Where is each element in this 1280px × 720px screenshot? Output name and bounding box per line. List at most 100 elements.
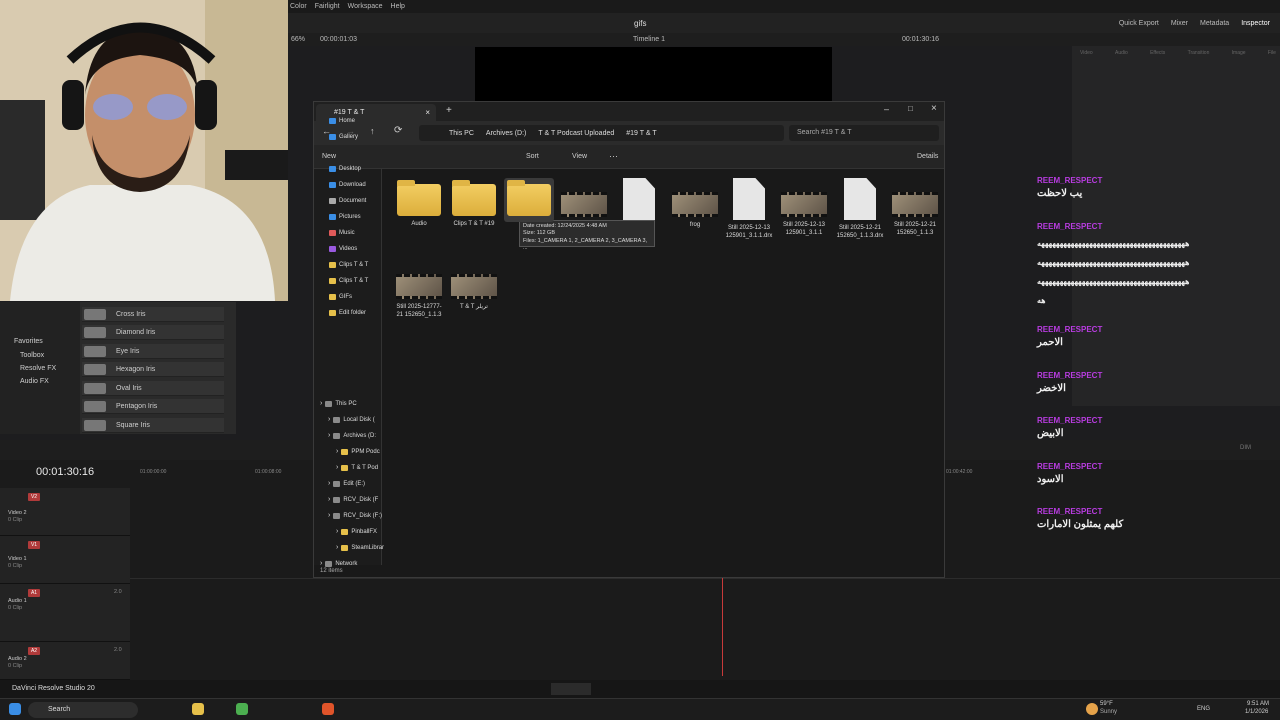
start-icon[interactable] [9, 703, 21, 715]
effect-item[interactable]: Pentagon Iris [82, 399, 224, 414]
effect-item[interactable]: Eye Iris [82, 344, 224, 359]
inspector-button[interactable]: Inspector [1241, 20, 1270, 27]
sort-button[interactable]: Sort [526, 153, 539, 160]
chevron-icon[interactable]: › [328, 480, 330, 487]
menu-workspace[interactable]: Workspace [348, 3, 383, 10]
tab-transition[interactable]: Transition [1188, 50, 1210, 72]
chevron-icon[interactable]: › [328, 432, 330, 439]
effect-item[interactable]: Cross Iris [82, 307, 224, 322]
track-header-v1[interactable]: V1 Video 1 0 Clip [0, 536, 130, 584]
breadcrumb-podcast-uploaded[interactable]: T & T Podcast Uploaded [538, 130, 614, 137]
nav-tree-item[interactable]: › This PC [320, 400, 357, 407]
more-options-icon[interactable]: ··· [609, 151, 618, 161]
chevron-icon[interactable]: › [328, 416, 330, 423]
chevron-icon[interactable]: › [336, 448, 338, 455]
file-explorer-icon[interactable] [192, 703, 204, 715]
address-bar[interactable]: This PC Archives (D:) T & T Podcast Uplo… [419, 125, 784, 141]
tab-video[interactable]: Video [1080, 50, 1093, 72]
close-tab-icon[interactable]: × [425, 108, 430, 117]
file-item[interactable]: Still 2025-12-21 152650_1.1.3.drx [835, 178, 885, 240]
track-header-a1[interactable]: A1 Audio 1 0 Clip 2.0 [0, 584, 130, 642]
file-item[interactable]: Still 2025-12-13 125901_3.1.1.drx [724, 178, 774, 240]
nav-quick-item[interactable]: Gallery [329, 134, 358, 140]
nav-tree-item[interactable]: › RCV_Disk (F [328, 496, 378, 503]
tab-audio[interactable]: Audio [1115, 50, 1128, 72]
taskbar-search[interactable]: Search [28, 702, 138, 718]
brave-icon[interactable] [322, 703, 334, 715]
tab-effects[interactable]: Effects [1150, 50, 1165, 72]
nav-tree-item[interactable]: › Archives (D: [328, 432, 376, 439]
chevron-icon[interactable]: › [328, 512, 330, 519]
maximize-icon[interactable]: □ [908, 104, 913, 113]
nav-quick-item[interactable]: Download [329, 182, 366, 188]
sidebar-item-resolve-fx[interactable]: Resolve FX [20, 365, 56, 372]
nav-tree-item[interactable]: › PinballFX [336, 528, 377, 535]
nav-quick-item[interactable]: Music [329, 230, 355, 236]
menu-color[interactable]: Color [290, 3, 307, 10]
mixer-button[interactable]: Mixer [1171, 20, 1188, 27]
breadcrumb-current[interactable]: #19 T & T [626, 130, 656, 137]
metadata-button[interactable]: Metadata [1200, 20, 1229, 27]
file-item[interactable]: frog [670, 178, 720, 230]
nav-tree-item[interactable]: › RCV_Disk (F:) [328, 512, 382, 519]
zoom-level[interactable]: 66% [291, 36, 305, 43]
chevron-icon[interactable]: › [336, 464, 338, 471]
effect-item[interactable]: Diamond Iris [82, 325, 224, 340]
chrome-icon[interactable] [236, 703, 248, 715]
menu-help[interactable]: Help [391, 3, 405, 10]
language-indicator[interactable]: ENG [1197, 706, 1210, 712]
nav-tree-item[interactable]: › Edit (E:) [328, 480, 365, 487]
view-button[interactable]: View [572, 153, 587, 160]
nav-quick-item[interactable]: Document [329, 198, 366, 204]
nav-tree-item[interactable]: › Local Disk ( [328, 416, 375, 423]
chevron-icon[interactable]: › [328, 496, 330, 503]
effect-item[interactable]: Hexagon Iris [82, 362, 224, 377]
file-item[interactable]: Still 2025-12-21 152650_1.1.3 [890, 178, 940, 237]
nav-tree-item[interactable]: › PPM Podc [336, 448, 380, 455]
file-item[interactable]: Audio [394, 178, 444, 229]
file-item[interactable] [614, 178, 664, 225]
quick-export-button[interactable]: Quick Export [1119, 20, 1159, 27]
nav-quick-item[interactable]: Clips T & T [329, 278, 368, 284]
nav-tree-item[interactable]: › T & T Pod [336, 464, 378, 471]
timeline-playhead[interactable] [722, 578, 723, 676]
clock-time[interactable]: 9:51 AM [1247, 701, 1269, 707]
chevron-icon[interactable]: › [320, 400, 322, 407]
close-window-icon[interactable]: × [931, 103, 937, 114]
minimize-icon[interactable]: – [884, 104, 889, 114]
menu-fairlight[interactable]: Fairlight [315, 3, 340, 10]
nav-quick-item[interactable]: GIFs [329, 294, 352, 300]
weather-icon[interactable] [1086, 703, 1098, 715]
nav-tree-item[interactable]: › SteamLibrar [336, 544, 384, 551]
file-item[interactable]: Still 2025-12777-21 152650_1.1.3 [394, 260, 444, 319]
file-item[interactable]: T & T تريلر [449, 260, 499, 312]
track-header-a2[interactable]: A2 Audio 2 0 Clip 2.0 [0, 642, 130, 680]
breadcrumb-archives[interactable]: Archives (D:) [486, 130, 526, 137]
sidebar-item-favorites[interactable]: Favorites [14, 338, 43, 345]
up-icon[interactable]: ↑ [370, 126, 375, 136]
search-input[interactable]: Search #19 T & T [789, 125, 939, 141]
chevron-icon[interactable]: › [336, 544, 338, 551]
nav-quick-item[interactable]: Clips T & T [329, 262, 368, 268]
nav-quick-item[interactable]: Pictures [329, 214, 361, 220]
nav-quick-item[interactable]: Desktop [329, 166, 361, 172]
edit-page-tab[interactable] [551, 683, 591, 695]
refresh-icon[interactable]: ⟳ [394, 125, 402, 136]
file-item[interactable]: Clips T & T #19 [449, 178, 499, 229]
new-tab-icon[interactable]: + [446, 105, 452, 116]
effect-item[interactable]: Oval Iris [82, 381, 224, 396]
tab-file[interactable]: File [1268, 50, 1276, 72]
timeline-selector[interactable]: Timeline 1 [633, 36, 665, 43]
new-button[interactable]: New [322, 153, 336, 160]
effect-item[interactable]: Square Iris [82, 418, 224, 433]
nav-quick-item[interactable]: Videos [329, 246, 357, 252]
track-header-v2[interactable]: V2 Video 2 0 Clip [0, 488, 130, 536]
breadcrumb-this-pc[interactable]: This PC [449, 130, 474, 137]
clock-date[interactable]: 1/1/2026 [1245, 709, 1268, 715]
sidebar-item-toolbox[interactable]: Toolbox [20, 352, 44, 359]
details-button[interactable]: Details [917, 153, 938, 160]
file-item[interactable]: Still 2025-12-13 125901_3.1.1 [779, 178, 829, 237]
nav-quick-item[interactable]: Home [329, 118, 355, 124]
file-item[interactable] [559, 178, 609, 222]
nav-quick-item[interactable]: Edit folder [329, 310, 366, 316]
